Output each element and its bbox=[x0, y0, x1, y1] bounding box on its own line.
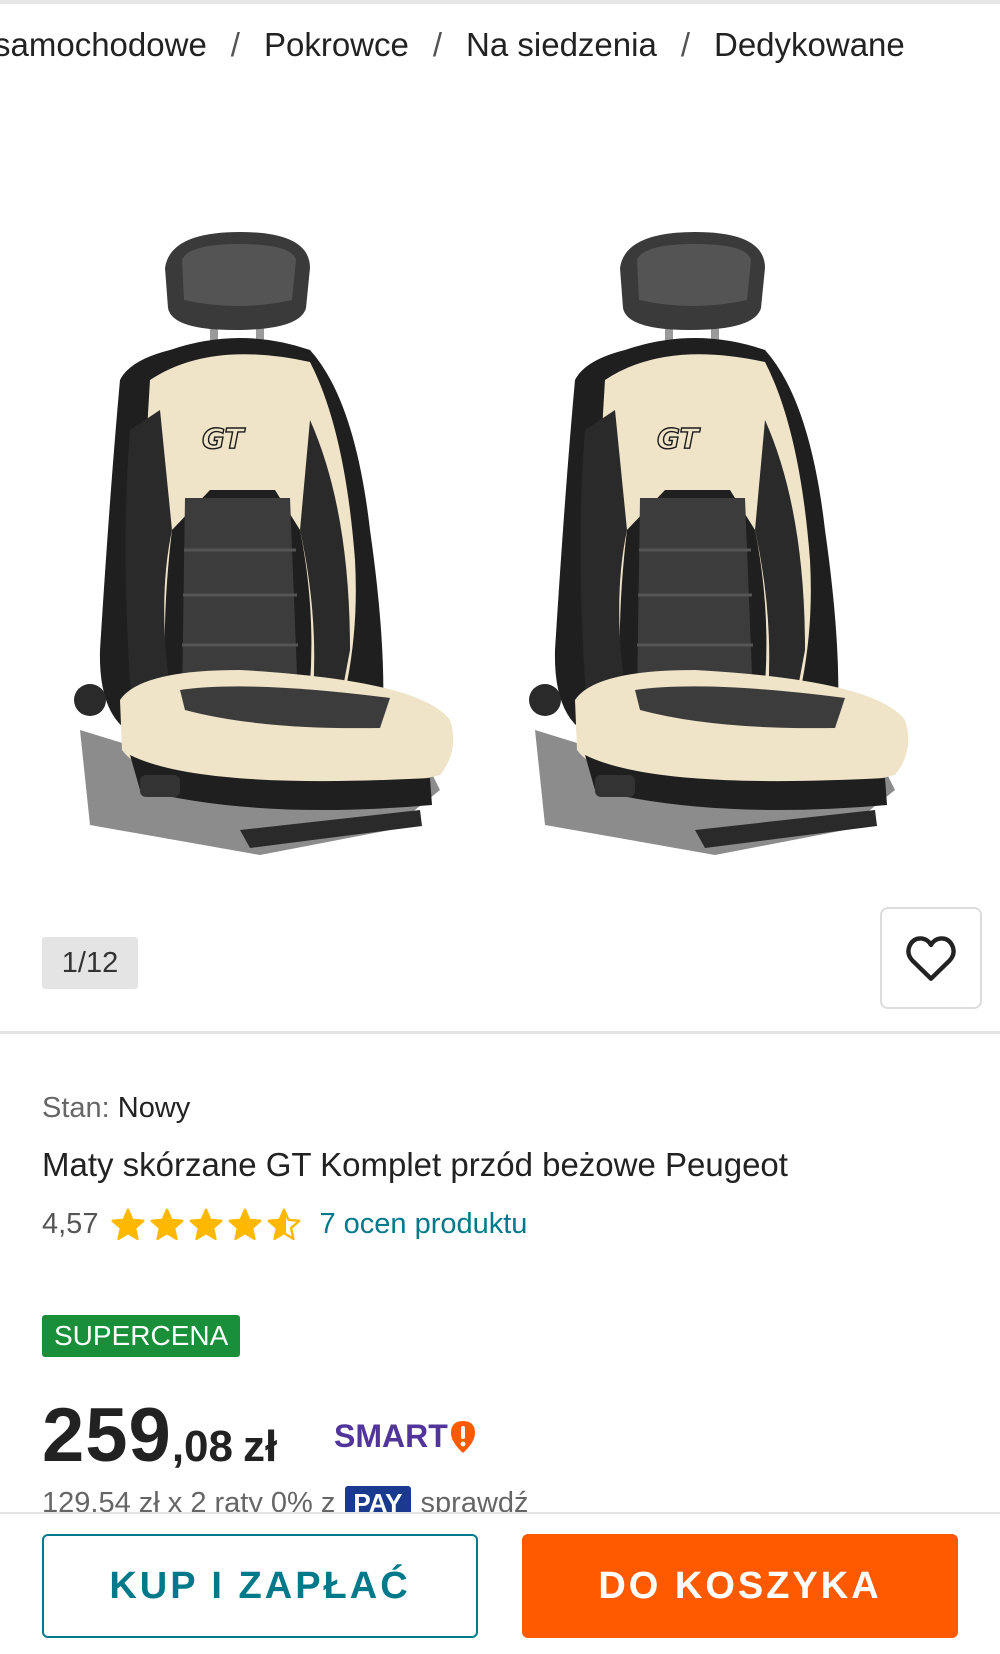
star-icon bbox=[150, 1208, 184, 1241]
smart-label: SMART bbox=[334, 1418, 448, 1454]
supercena-badge: SUPERCENA bbox=[42, 1315, 241, 1357]
star-icon bbox=[228, 1208, 262, 1241]
reviews-link[interactable]: 7 ocen produktu bbox=[319, 1208, 527, 1241]
product-image-gallery[interactable]: GT GT 1/12 bbox=[0, 90, 1000, 1030]
image-counter: 1/12 bbox=[42, 937, 138, 989]
product-image-seat-right: GT bbox=[515, 230, 935, 870]
price-integer: 259 bbox=[42, 1393, 172, 1478]
rating-stars bbox=[110, 1206, 305, 1242]
star-icon bbox=[111, 1208, 145, 1241]
star-icon bbox=[267, 1208, 301, 1241]
gt-logo: GT bbox=[202, 422, 245, 455]
product-price: 259 ,08 zł bbox=[42, 1392, 277, 1479]
product-condition: Stan: Nowy bbox=[42, 1092, 190, 1125]
product-title: Maty skórzane GT Komplet przód beżowe Pe… bbox=[42, 1146, 788, 1183]
product-rating: 4,57 7 ocen produktu bbox=[42, 1204, 527, 1244]
breadcrumb-separator: / bbox=[432, 26, 443, 63]
bottom-action-bar: KUP I ZAPŁAĆ DO KOSZYKA bbox=[0, 1512, 1000, 1654]
smart-badge[interactable]: SMART bbox=[334, 1418, 476, 1455]
condition-label: Stan: bbox=[42, 1092, 110, 1124]
price-fraction: ,08 bbox=[171, 1422, 233, 1471]
breadcrumb-item-pokrowce[interactable]: Pokrowce bbox=[264, 26, 409, 64]
price-currency: zł bbox=[242, 1422, 278, 1471]
rating-score: 4,57 bbox=[42, 1207, 99, 1240]
breadcrumb-separator: / bbox=[680, 26, 690, 63]
add-to-favorites-button[interactable] bbox=[880, 907, 982, 1009]
buy-now-button[interactable]: KUP I ZAPŁAĆ bbox=[42, 1534, 478, 1638]
breadcrumb-item-dedykowane[interactable]: Dedykowane bbox=[714, 26, 905, 64]
product-image-seat-left: GT bbox=[60, 230, 480, 870]
breadcrumb-item-samochodowe[interactable]: samochodowe bbox=[0, 26, 207, 64]
top-divider bbox=[0, 0, 1000, 4]
section-divider bbox=[0, 1031, 1000, 1034]
heart-outline-icon bbox=[906, 936, 956, 981]
star-icon bbox=[189, 1208, 223, 1241]
breadcrumb-item-na-siedzenia[interactable]: Na siedzenia bbox=[466, 26, 657, 64]
condition-value: Nowy bbox=[117, 1092, 191, 1124]
smart-exclamation-icon bbox=[450, 1420, 475, 1453]
gt-logo: GT bbox=[657, 422, 700, 455]
breadcrumb-separator: / bbox=[230, 26, 240, 63]
breadcrumb: samochodowe / Pokrowce / Na siedzenia / Dedyko… bbox=[0, 26, 905, 64]
add-to-cart-button[interactable]: DO KOSZYKA bbox=[522, 1534, 958, 1638]
